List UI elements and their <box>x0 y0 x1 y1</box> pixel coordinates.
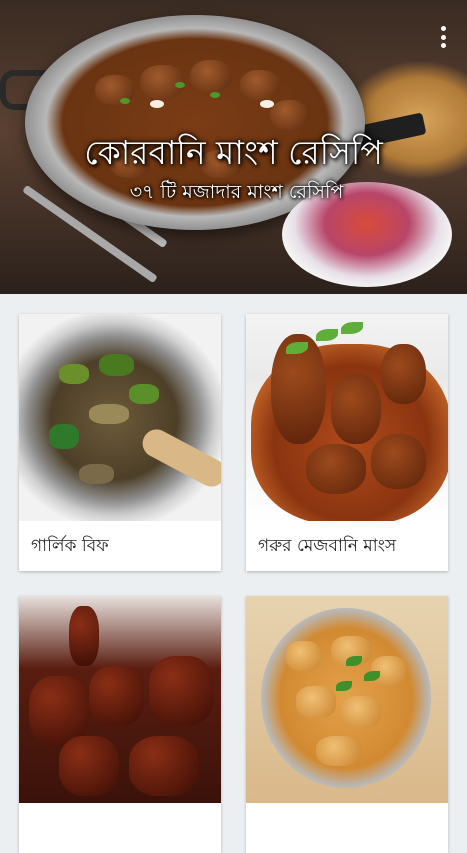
vegetable <box>59 364 89 384</box>
recipe-title: গরুর মেজবানি মাংস <box>258 536 397 556</box>
vegetable <box>49 424 79 449</box>
menu-dot <box>440 34 446 40</box>
recipe-card-garlic-beef[interactable]: গার্লিক বিফ <box>19 314 221 571</box>
meat-piece <box>331 374 381 444</box>
recipe-image-mezbani-beef <box>246 314 448 521</box>
meat-piece <box>341 696 381 728</box>
vegetable <box>129 384 159 404</box>
meat-piece <box>296 686 336 718</box>
app-subtitle: ৩৭ টি মজাদার মাংশ রেসিপি <box>129 181 344 203</box>
meat-piece <box>371 434 426 489</box>
meat-piece <box>59 736 119 796</box>
cream-garnish <box>150 100 164 108</box>
meat-piece <box>286 641 321 671</box>
recipe-image-3 <box>19 596 221 803</box>
meat-piece <box>270 100 308 130</box>
meat-piece <box>240 70 280 100</box>
recipe-card-4[interactable] <box>246 596 448 853</box>
meat-piece <box>381 344 426 404</box>
mint-leaf <box>341 322 363 334</box>
cream-garnish <box>260 100 274 108</box>
vegetable <box>89 404 129 424</box>
recipe-card-3[interactable] <box>19 596 221 853</box>
vegetable <box>79 464 114 484</box>
menu-dot <box>440 43 446 48</box>
herb-garnish <box>210 92 220 98</box>
meat-piece <box>149 656 214 726</box>
vegetable <box>99 354 134 376</box>
app-title: কোরবানি মাংশ রেসিপি <box>84 133 383 172</box>
recipe-image-4 <box>246 596 448 803</box>
meat-piece <box>69 606 99 666</box>
herb-garnish <box>175 82 185 88</box>
herb-garnish <box>120 98 130 104</box>
recipe-title <box>19 803 221 853</box>
meat-piece <box>306 444 366 494</box>
mint-leaf <box>316 329 338 341</box>
recipe-image-garlic-beef <box>19 314 221 521</box>
header-banner: কোরবানি মাংশ রেসিপি ৩৭ টি মজাদার মাংশ রে… <box>0 0 467 294</box>
meat-piece <box>316 736 361 766</box>
recipe-title: গার্লিক বিফ <box>31 536 109 556</box>
recipe-title <box>246 803 448 853</box>
meat-piece <box>129 736 199 796</box>
menu-dot <box>440 26 446 31</box>
wooden-spoon <box>137 424 221 492</box>
recipe-card-mezbani-beef[interactable]: গরুর মেজবানি মাংস <box>246 314 448 571</box>
meat-piece <box>190 60 232 92</box>
more-vert-icon[interactable] <box>437 26 449 48</box>
meat-piece <box>89 666 144 726</box>
